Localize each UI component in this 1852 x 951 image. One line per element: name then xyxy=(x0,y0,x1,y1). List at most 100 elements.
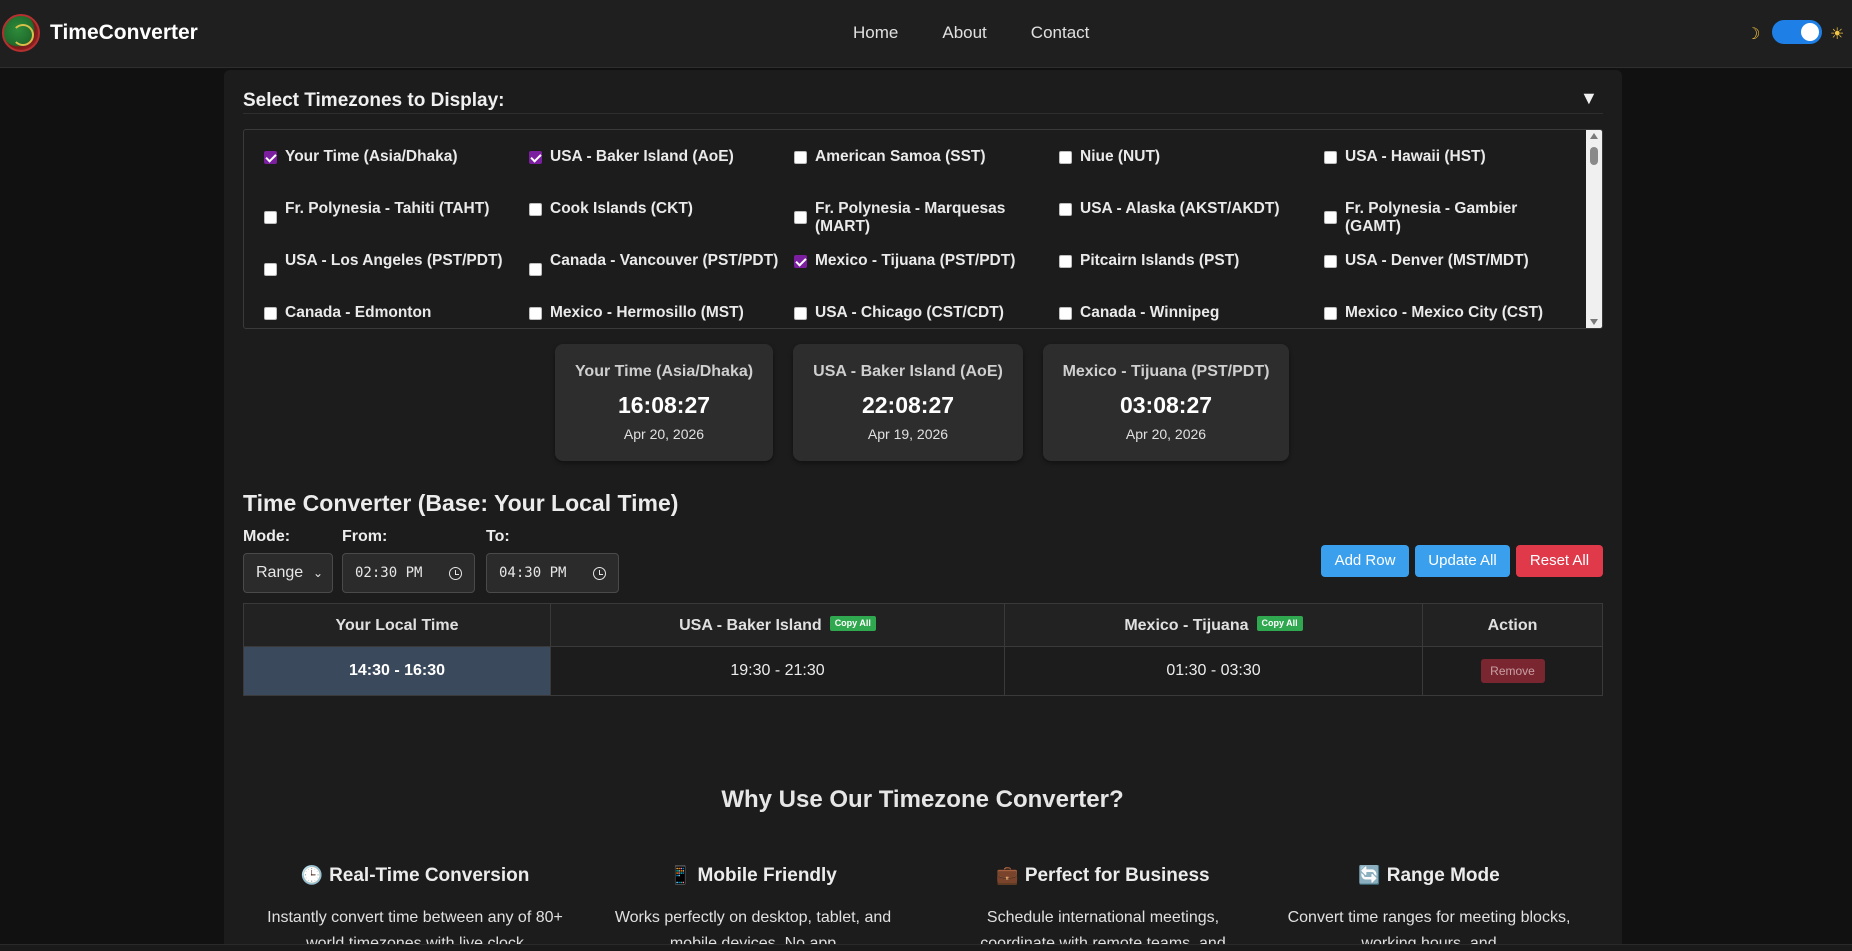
clock-name: Mexico - Tijuana (PST/PDT) xyxy=(1062,363,1270,380)
divider xyxy=(243,113,1603,114)
timezone-checkbox[interactable] xyxy=(529,263,542,276)
feature-title: Perfect for Business xyxy=(1024,865,1210,886)
timezone-label: Niue (NUT) xyxy=(1080,148,1161,165)
timezone-checkbox[interactable] xyxy=(1059,307,1072,320)
timezone-checkbox[interactable] xyxy=(794,151,807,164)
timezone-checkbox[interactable] xyxy=(1059,203,1072,216)
timezone-checkbox[interactable] xyxy=(264,307,277,320)
timezone-label: Mexico - Tijuana (PST/PDT) xyxy=(815,252,1016,269)
feature-title: Mobile Friendly xyxy=(697,865,837,886)
feature-business: 💼 Perfect for Business Schedule internati… xyxy=(953,865,1253,951)
timezone-checkbox[interactable] xyxy=(794,211,807,224)
clock-icon[interactable] xyxy=(593,567,606,580)
features-title: Why Use Our Timezone Converter? xyxy=(721,786,1124,813)
scroll-up-arrow-icon[interactable] xyxy=(1590,133,1598,139)
timezone-label: Canada - Edmonton xyxy=(285,304,432,321)
logo-icon[interactable] xyxy=(2,14,40,52)
timezone-checkbox[interactable] xyxy=(529,151,542,164)
timezone-select-header[interactable]: Select Timezones to Display: xyxy=(243,90,505,112)
feature-mobile: 📱 Mobile Friendly Works perfectly on desk… xyxy=(603,865,903,951)
timezone-label: Pitcairn Islands (PST) xyxy=(1080,252,1240,269)
timezone-label: Mexico - Hermosillo (MST) xyxy=(550,304,744,321)
from-label: From: xyxy=(342,528,388,545)
column-header-baker-island: USA - Baker Island Copy All xyxy=(551,604,1005,647)
timezone-label: USA - Baker Island (AoE) xyxy=(550,148,734,165)
from-time-input[interactable]: 02:30 PM xyxy=(342,553,475,593)
scroll-thumb[interactable] xyxy=(1590,147,1598,165)
timezone-checkbox[interactable] xyxy=(529,307,542,320)
timezone-label: Fr. Polynesia - Gambier (GAMT) xyxy=(1345,200,1518,235)
to-time-value: 04:30 PM xyxy=(499,565,567,581)
timezone-checkbox[interactable] xyxy=(1059,255,1072,268)
header-label: Action xyxy=(1487,617,1538,634)
timezone-label: USA - Denver (MST/MDT) xyxy=(1345,252,1529,269)
timezone-checkbox[interactable] xyxy=(264,151,277,164)
scroll-down-arrow-icon[interactable] xyxy=(1590,319,1598,325)
clock-time: 22:08:27 xyxy=(861,392,955,418)
cell-tijuana-time: 01:30 - 03:30 xyxy=(1005,647,1423,695)
to-time-input[interactable]: 04:30 PM xyxy=(486,553,619,593)
clock-card-tijuana: Mexico - Tijuana (PST/PDT) 03:08:27 Apr … xyxy=(1043,344,1289,461)
timezone-label: Mexico - Mexico City (CST) xyxy=(1345,304,1544,321)
timezone-checkbox[interactable] xyxy=(1324,211,1337,224)
timezone-checkbox[interactable] xyxy=(1324,151,1337,164)
bottom-strip xyxy=(0,944,1852,951)
timezone-label: Fr. Polynesia - Tahiti (TAHT) xyxy=(285,200,490,217)
timezone-checkbox[interactable] xyxy=(794,307,807,320)
cell-local-time[interactable]: 14:30 - 16:30 xyxy=(244,647,551,695)
chevron-down-icon: ⌄ xyxy=(312,566,323,580)
update-all-button[interactable]: Update All xyxy=(1415,545,1510,577)
feature-range-mode: 🔄 Range Mode Convert time ranges for meet… xyxy=(1279,865,1579,951)
header-label: Your Local Time xyxy=(335,617,459,634)
cell-action: Remove xyxy=(1423,647,1602,695)
timezone-checkbox[interactable] xyxy=(1059,151,1072,164)
moon-icon: ☽ xyxy=(1746,26,1761,43)
from-time-value: 02:30 PM xyxy=(355,565,423,581)
clock-date: Apr 20, 2026 xyxy=(623,426,705,442)
brand-name[interactable]: TimeConverter xyxy=(50,21,198,45)
to-label: To: xyxy=(486,528,510,545)
clock-icon: 🕒 xyxy=(300,865,324,885)
clock-time: 03:08:27 xyxy=(1119,392,1213,418)
copy-all-button[interactable]: Copy All xyxy=(829,616,876,632)
header-label: Mexico - Tijuana xyxy=(1124,617,1249,634)
sun-icon: ☀ xyxy=(1830,26,1845,43)
header-label: USA - Baker Island xyxy=(679,617,822,634)
mode-label: Mode: xyxy=(243,528,291,545)
mode-value: Range xyxy=(256,564,304,581)
clock-card-local: Your Time (Asia/Dhaka) 16:08:27 Apr 20, … xyxy=(555,344,773,461)
timezone-checkbox[interactable] xyxy=(529,203,542,216)
feature-real-time: 🕒 Real-Time Conversion Instantly convert … xyxy=(265,865,565,951)
timezone-label: USA - Alaska (AKST/AKDT) xyxy=(1080,200,1280,217)
nav-links: Home About Contact xyxy=(853,23,1133,43)
timezone-label: Cook Islands (CKT) xyxy=(550,200,693,217)
nav-link-contact[interactable]: Contact xyxy=(1031,23,1090,43)
scrollbar[interactable] xyxy=(1586,130,1602,328)
clock-card-baker-island: USA - Baker Island (AoE) 22:08:27 Apr 19… xyxy=(793,344,1023,461)
reset-all-button[interactable]: Reset All xyxy=(1516,545,1603,577)
mobile-icon: 📱 xyxy=(669,865,692,885)
remove-row-button[interactable]: Remove xyxy=(1480,658,1545,683)
add-row-button[interactable]: Add Row xyxy=(1321,545,1409,577)
timezone-checkbox[interactable] xyxy=(1324,255,1337,268)
mode-select[interactable]: Range ⌄ xyxy=(243,553,333,593)
clock-name: Your Time (Asia/Dhaka) xyxy=(574,363,754,380)
copy-all-button[interactable]: Copy All xyxy=(1256,616,1303,632)
converter-title: Time Converter (Base: Your Local Time) xyxy=(243,490,679,516)
nav-link-about[interactable]: About xyxy=(942,23,986,43)
theme-toggle[interactable] xyxy=(1772,20,1822,44)
timezone-checkbox[interactable] xyxy=(1324,307,1337,320)
column-header-local: Your Local Time xyxy=(244,604,551,647)
clock-icon[interactable] xyxy=(449,567,462,580)
timezone-list[interactable]: Your Time (Asia/Dhaka) USA - Baker Island… xyxy=(243,129,1603,329)
feature-title: Range Mode xyxy=(1386,865,1500,886)
timezone-checkbox[interactable] xyxy=(264,263,277,276)
timezone-label: Canada - Vancouver (PST/PDT) xyxy=(550,252,779,269)
nav-link-home[interactable]: Home xyxy=(853,23,898,43)
timezone-label: USA - Chicago (CST/CDT) xyxy=(815,304,1004,321)
timezone-label: Fr. Polynesia - Marquesas (MART) xyxy=(815,200,1006,235)
timezone-checkbox[interactable] xyxy=(264,211,277,224)
collapse-triangle-icon[interactable]: ▼ xyxy=(1580,88,1598,109)
timezone-checkbox[interactable] xyxy=(794,255,807,268)
timezone-label: USA - Hawaii (HST) xyxy=(1345,148,1486,165)
